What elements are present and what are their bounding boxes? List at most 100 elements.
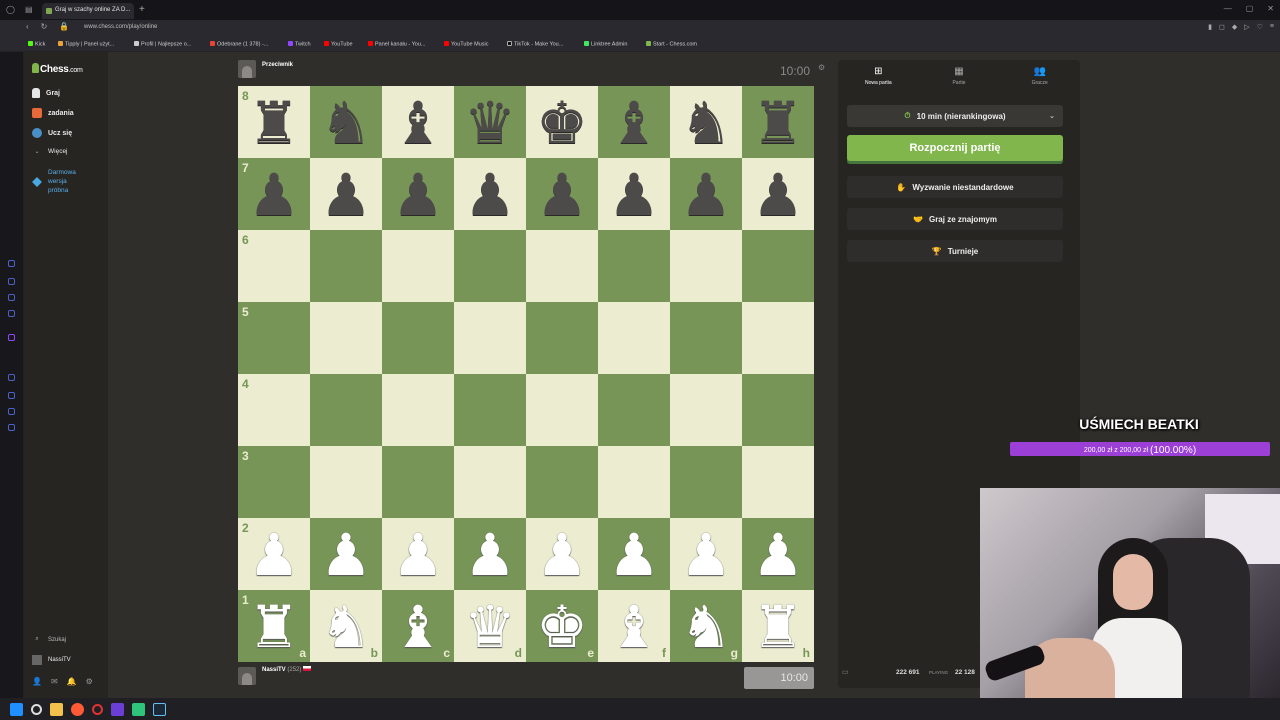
black-knight-icon[interactable]: ♞ (320, 94, 372, 152)
black-rook-icon[interactable]: ♜ (752, 94, 804, 152)
square-d8[interactable]: ♛ (454, 86, 526, 158)
square-f2[interactable]: ♟ (598, 518, 670, 590)
square-c7[interactable]: ♟ (382, 158, 454, 230)
square-d7[interactable]: ♟ (454, 158, 526, 230)
square-f8[interactable]: ♝ (598, 86, 670, 158)
square-h5[interactable] (742, 302, 814, 374)
sidebar-profile[interactable]: NassiTV (32, 655, 71, 665)
white-pawn-icon[interactable]: ♟ (248, 526, 300, 584)
black-pawn-icon[interactable]: ♟ (320, 166, 372, 224)
tab-list-icon[interactable]: ▤ (25, 5, 33, 14)
black-bishop-icon[interactable]: ♝ (392, 94, 444, 152)
messages-icon[interactable]: ✉ (51, 677, 58, 686)
sidebar-item-free-trial[interactable]: Darmowa wersja próbna (48, 168, 76, 195)
square-c4[interactable] (382, 374, 454, 446)
square-e5[interactable] (526, 302, 598, 374)
square-a5[interactable]: 5 (238, 302, 310, 374)
black-rook-icon[interactable]: ♜ (248, 94, 300, 152)
bookmark-item[interactable]: Linktree Admin (584, 41, 627, 48)
square-c6[interactable] (382, 230, 454, 302)
square-h3[interactable] (742, 446, 814, 518)
reload-icon[interactable]: ↻ (41, 22, 48, 31)
white-king-icon[interactable]: ♚ (536, 598, 588, 656)
url-input[interactable]: www.chess.com/play/online (84, 24, 157, 30)
white-knight-icon[interactable]: ♞ (680, 598, 732, 656)
windows-start-icon[interactable] (10, 702, 23, 716)
sidebar-item-more[interactable]: ⌄ Więcej (32, 148, 67, 155)
white-pawn-icon[interactable]: ♟ (536, 526, 588, 584)
steam-icon[interactable] (153, 702, 166, 716)
bookmark-item[interactable]: Tipply | Panel użyt... (58, 41, 114, 48)
sidebar-item-learn[interactable]: Ucz się (32, 128, 72, 138)
square-c5[interactable] (382, 302, 454, 374)
file-explorer-icon[interactable] (50, 702, 63, 716)
new-tab-icon[interactable]: + (139, 4, 145, 15)
white-bishop-icon[interactable]: ♝ (392, 598, 444, 656)
black-pawn-icon[interactable]: ♟ (608, 166, 660, 224)
start-game-button[interactable]: Rozpocznij partię (847, 135, 1063, 161)
play-friend-button[interactable]: 🤝 Graj ze znajomym (847, 208, 1063, 230)
square-f3[interactable] (598, 446, 670, 518)
board-settings-icon[interactable]: ⚙ (818, 63, 825, 72)
extension-icon[interactable]: ◻ (1219, 23, 1225, 31)
square-a3[interactable]: 3 (238, 446, 310, 518)
bookmark-item[interactable]: YouTube Music (444, 41, 489, 48)
menu-icon[interactable]: ≡ (1270, 23, 1274, 31)
sidebar-app-icon[interactable] (8, 374, 15, 381)
close-icon[interactable]: ✕ (1267, 4, 1274, 13)
square-c3[interactable] (382, 446, 454, 518)
extension-icon[interactable]: ◆ (1232, 23, 1237, 31)
square-g1[interactable]: g ♞ (670, 590, 742, 662)
square-b7[interactable]: ♟ (310, 158, 382, 230)
square-h6[interactable] (742, 230, 814, 302)
sidebar-search[interactable]: ⌕ Szukaj (32, 636, 66, 643)
square-g2[interactable]: ♟ (670, 518, 742, 590)
sidebar-app-icon[interactable] (8, 310, 15, 317)
square-e4[interactable] (526, 374, 598, 446)
sidebar-app-icon[interactable] (8, 408, 15, 415)
square-b8[interactable]: ♞ (310, 86, 382, 158)
square-h7[interactable]: ♟ (742, 158, 814, 230)
back-icon[interactable]: ‹ (26, 22, 29, 31)
black-pawn-icon[interactable]: ♟ (680, 166, 732, 224)
bookmark-item[interactable]: Twitch (288, 41, 311, 48)
extension-icon[interactable]: ▮ (1208, 23, 1212, 31)
square-d3[interactable] (454, 446, 526, 518)
square-g3[interactable] (670, 446, 742, 518)
square-a4[interactable]: 4 (238, 374, 310, 446)
square-h1[interactable]: h ♜ (742, 590, 814, 662)
app-icon[interactable] (111, 702, 124, 716)
square-b4[interactable] (310, 374, 382, 446)
tab-players[interactable]: 👥 Gracze (999, 60, 1080, 92)
play-icon[interactable]: ▷ (1244, 23, 1249, 31)
square-f6[interactable] (598, 230, 670, 302)
black-king-icon[interactable]: ♚ (536, 94, 588, 152)
white-knight-icon[interactable]: ♞ (320, 598, 372, 656)
sidebar-app-icon[interactable] (8, 424, 15, 431)
square-g5[interactable] (670, 302, 742, 374)
square-b1[interactable]: b ♞ (310, 590, 382, 662)
square-b6[interactable] (310, 230, 382, 302)
sidebar-app-icon[interactable] (8, 260, 15, 267)
square-e6[interactable] (526, 230, 598, 302)
time-control-select[interactable]: ⏱ 10 min (nierankingowa) ⌄ (847, 105, 1063, 127)
square-h8[interactable]: ♜ (742, 86, 814, 158)
square-c8[interactable]: ♝ (382, 86, 454, 158)
white-rook-icon[interactable]: ♜ (248, 598, 300, 656)
square-d4[interactable] (454, 374, 526, 446)
white-pawn-icon[interactable]: ♟ (464, 526, 516, 584)
square-a7[interactable]: 7 ♟ (238, 158, 310, 230)
black-pawn-icon[interactable]: ♟ (464, 166, 516, 224)
black-pawn-icon[interactable]: ♟ (536, 166, 588, 224)
square-d6[interactable] (454, 230, 526, 302)
custom-challenge-button[interactable]: ✋ Wyzwanie niestandardowe (847, 176, 1063, 198)
square-g8[interactable]: ♞ (670, 86, 742, 158)
square-h4[interactable] (742, 374, 814, 446)
square-g7[interactable]: ♟ (670, 158, 742, 230)
square-a8[interactable]: 8 ♜ (238, 86, 310, 158)
app-icon[interactable] (132, 702, 145, 716)
sidebar-app-icon[interactable] (8, 392, 15, 399)
bookmark-item[interactable]: Kick (28, 41, 45, 48)
square-e2[interactable]: ♟ (526, 518, 598, 590)
square-b5[interactable] (310, 302, 382, 374)
